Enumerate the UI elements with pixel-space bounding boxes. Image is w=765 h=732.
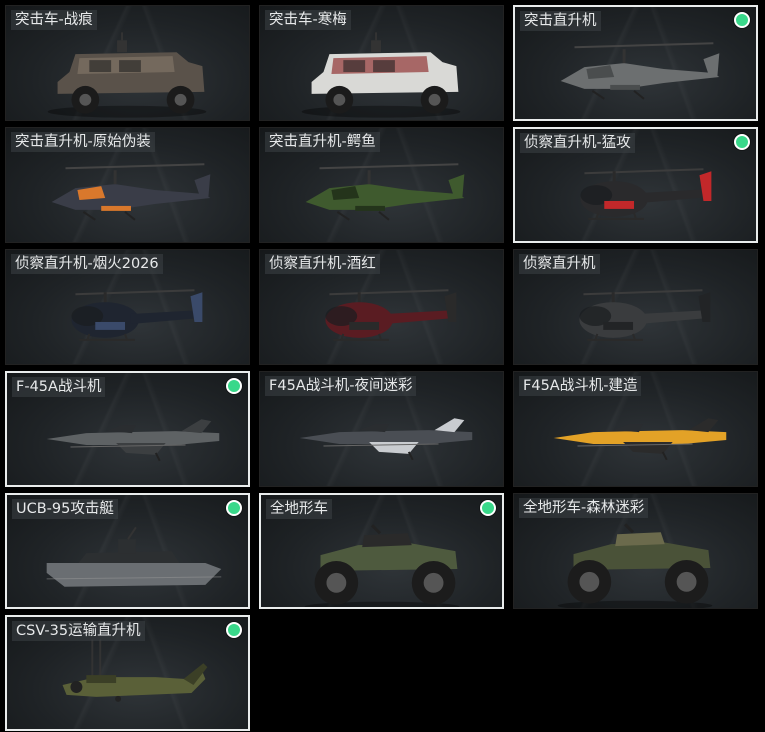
attack-helicopter-icon xyxy=(260,150,503,242)
transport-tiltrotor-icon xyxy=(7,639,248,729)
vehicle-name: 突击直升机-原始伪装 xyxy=(11,132,155,152)
vehicle-card[interactable]: 突击车-战痕 xyxy=(5,5,250,121)
vehicle-card[interactable]: 突击直升机-原始伪装 xyxy=(5,127,250,243)
selected-badge-icon xyxy=(734,134,750,150)
vehicle-card[interactable]: 侦察直升机-酒红 xyxy=(259,249,504,365)
vehicle-card[interactable]: F45A战斗机-建造 xyxy=(513,371,758,487)
attack-boat-icon xyxy=(7,517,248,607)
vehicle-name: 突击直升机-鳄鱼 xyxy=(265,132,380,152)
vehicle-name: 突击车-寒梅 xyxy=(265,10,351,30)
truck-icon xyxy=(260,28,503,120)
fighter-jet-icon xyxy=(7,395,248,485)
vehicle-card[interactable]: 突击车-寒梅 xyxy=(259,5,504,121)
selected-badge-icon xyxy=(480,500,496,516)
vehicle-name: F45A战斗机-建造 xyxy=(519,376,642,396)
selected-badge-icon xyxy=(734,12,750,28)
vehicle-name: UCB-95攻击艇 xyxy=(12,499,118,519)
vehicle-card[interactable]: 突击直升机 xyxy=(513,5,758,121)
vehicle-name: 突击直升机 xyxy=(520,11,601,31)
vehicle-card[interactable]: 全地形车 xyxy=(259,493,504,609)
vehicle-card[interactable]: F-45A战斗机 xyxy=(5,371,250,487)
vehicle-name: 侦察直升机 xyxy=(519,254,600,274)
vehicle-name: 全地形车 xyxy=(266,499,332,519)
atv-icon xyxy=(261,517,502,607)
scout-helicopter-icon xyxy=(514,272,757,364)
vehicle-name: F45A战斗机-夜间迷彩 xyxy=(265,376,417,396)
scout-helicopter-icon xyxy=(6,272,249,364)
vehicle-card[interactable]: CSV-35运输直升机 xyxy=(5,615,250,731)
vehicle-name: 侦察直升机-酒红 xyxy=(265,254,380,274)
vehicle-card[interactable]: 侦察直升机-猛攻 xyxy=(513,127,758,243)
vehicle-skin-grid: 突击车-战痕 突击车-寒梅 突击直升机 突击直升机-原始伪装 突击直升机-鳄鱼 … xyxy=(0,0,765,732)
vehicle-name: F-45A战斗机 xyxy=(12,377,106,397)
vehicle-name: 突击车-战痕 xyxy=(11,10,97,30)
vehicle-name: 全地形车-森林迷彩 xyxy=(519,498,649,518)
selected-badge-icon xyxy=(226,378,242,394)
vehicle-card[interactable]: F45A战斗机-夜间迷彩 xyxy=(259,371,504,487)
attack-helicopter-icon xyxy=(6,150,249,242)
atv-icon xyxy=(514,516,757,608)
vehicle-card[interactable]: UCB-95攻击艇 xyxy=(5,493,250,609)
fighter-jet-icon xyxy=(514,394,757,486)
scout-helicopter-icon xyxy=(260,272,503,364)
selected-badge-icon xyxy=(226,500,242,516)
selected-badge-icon xyxy=(226,622,242,638)
vehicle-card[interactable]: 突击直升机-鳄鱼 xyxy=(259,127,504,243)
truck-icon xyxy=(6,28,249,120)
vehicle-card[interactable]: 侦察直升机 xyxy=(513,249,758,365)
attack-helicopter-icon xyxy=(515,29,756,119)
vehicle-card[interactable]: 侦察直升机-烟火2026 xyxy=(5,249,250,365)
fighter-jet-icon xyxy=(260,394,503,486)
scout-helicopter-icon xyxy=(515,151,756,241)
vehicle-card[interactable]: 全地形车-森林迷彩 xyxy=(513,493,758,609)
vehicle-name: CSV-35运输直升机 xyxy=(12,621,145,641)
vehicle-name: 侦察直升机-猛攻 xyxy=(520,133,635,153)
vehicle-name: 侦察直升机-烟火2026 xyxy=(11,254,163,274)
